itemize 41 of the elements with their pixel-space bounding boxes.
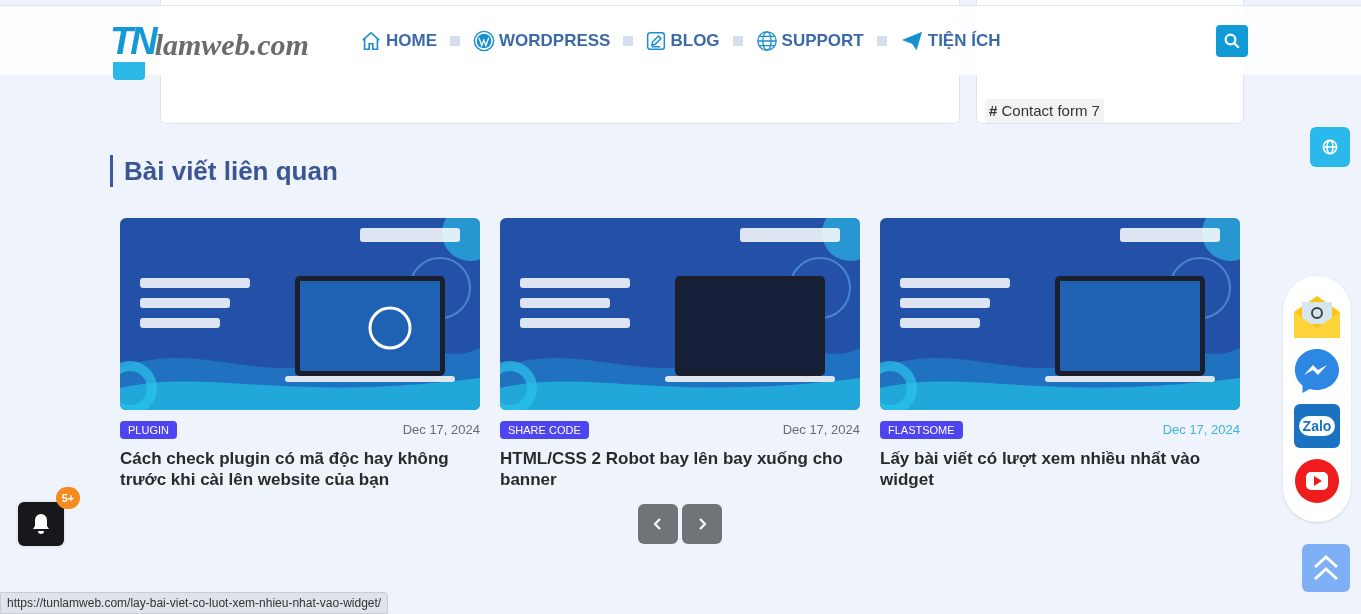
post-title[interactable]: HTML/CSS 2 Robot bay lên bay xuống cho banner (500, 447, 860, 490)
post-date: Dec 17, 2024 (1162, 421, 1240, 439)
tag-chip[interactable]: # Contact form 7 (985, 99, 1104, 123)
notification-count: 5+ (56, 487, 80, 509)
home-icon (360, 29, 382, 52)
bell-icon (31, 513, 51, 535)
globe-icon (1322, 139, 1338, 155)
search-icon (1223, 31, 1241, 50)
search-button[interactable] (1216, 24, 1248, 57)
zalo-button[interactable]: Zalo (1294, 404, 1340, 448)
post-title[interactable]: Lấy bài viết có lượt xem nhiều nhất vào widget (880, 447, 1240, 490)
envelope-icon[interactable] (1294, 294, 1340, 338)
notification-button[interactable] (16, 500, 66, 548)
post-title[interactable]: Cách check plugin có mã độc hay không trước khi cài lên website của bạn (120, 447, 480, 490)
nav-link[interactable]: TIỆN ÍCH (899, 27, 1001, 54)
language-button[interactable] (1310, 127, 1350, 167)
section-heading: Bài viết liên quan (110, 155, 1250, 187)
wordpress-icon (473, 29, 495, 52)
messenger-icon[interactable] (1294, 348, 1340, 394)
youtube-icon[interactable] (1294, 458, 1340, 504)
back-to-top-button[interactable] (1302, 544, 1350, 592)
category-badge[interactable]: PLUGIN (120, 420, 177, 439)
edit-icon (646, 30, 667, 51)
nav-link[interactable]: BLOG (646, 27, 720, 54)
post-date: Dec 17, 2024 (402, 421, 480, 439)
globe-icon (755, 29, 778, 52)
nav-link[interactable]: WORDPRESS (473, 27, 611, 54)
separator-icon (450, 35, 460, 46)
nav-link[interactable]: SUPPORT (755, 27, 864, 54)
post-date: Dec 17, 2024 (782, 421, 860, 439)
separator-icon (876, 35, 887, 46)
double-chevron-up-icon (1311, 553, 1341, 583)
next-button[interactable] (682, 503, 722, 544)
separator-icon (732, 35, 743, 46)
status-bar: https://tunlamweb.com/lay-bai-viet-co-luot-xem-nhieu-nhat-vao-widget/ (0, 592, 389, 614)
category-badge[interactable]: FLASTSOME (880, 420, 963, 439)
previous-button[interactable] (638, 503, 678, 544)
nav-link[interactable]: HOME (360, 27, 437, 54)
separator-icon (623, 35, 634, 46)
logo[interactable]: TNlamweb.com (110, 21, 320, 60)
category-badge[interactable]: SHARE CODE (500, 420, 589, 439)
